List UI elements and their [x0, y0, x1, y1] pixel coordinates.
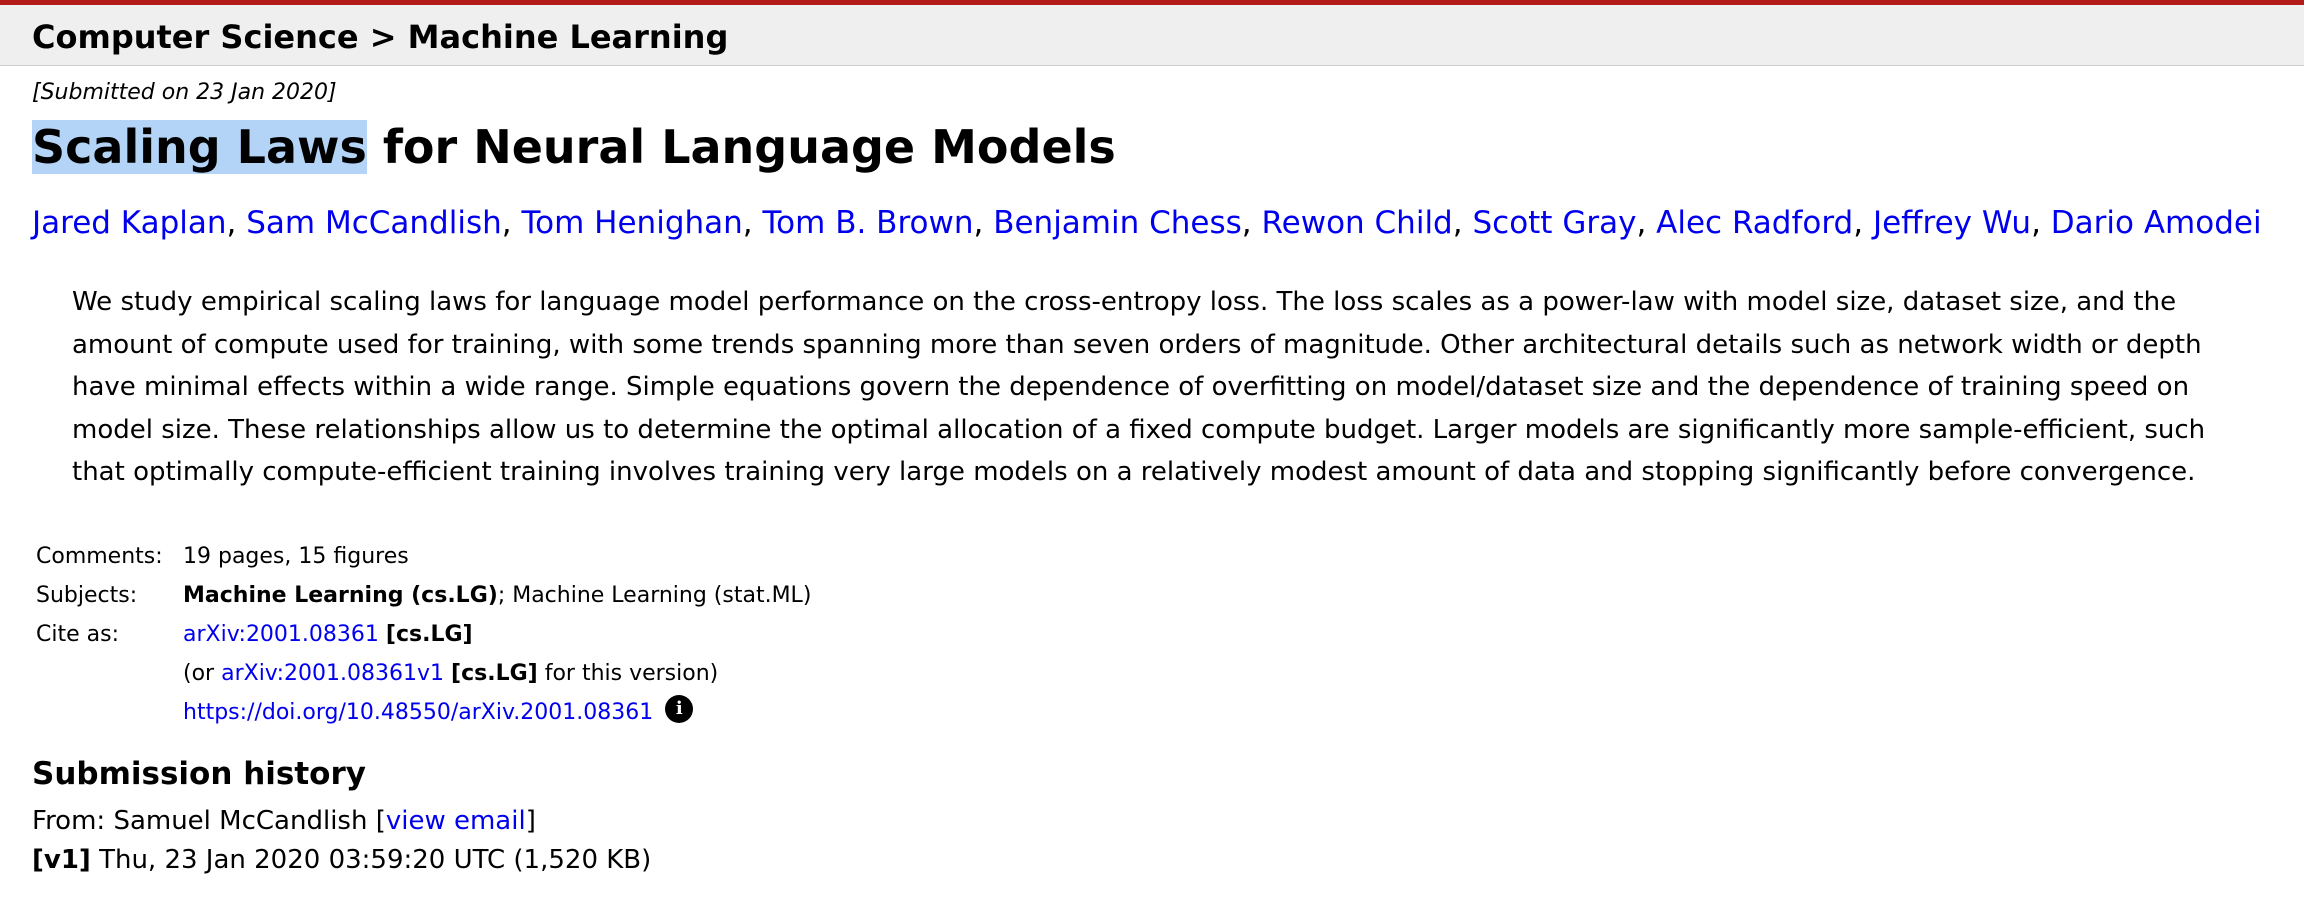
author-link[interactable]: Benjamin Chess — [993, 205, 1242, 241]
author-separator: , — [1853, 205, 1873, 241]
author-separator: , — [501, 205, 522, 241]
subjects-value: Machine Learning (cs.LG); Machine Learni… — [183, 583, 811, 608]
comments-label: Comments: — [36, 544, 163, 569]
version-history-v1: [v1] Thu, 23 Jan 2020 03:59:20 UTC (1,52… — [32, 845, 651, 875]
abstract-line: amount of compute used for training, wit… — [72, 329, 2202, 360]
abstract: We study empirical scaling laws for lang… — [72, 281, 2272, 494]
info-icon[interactable]: i — [665, 694, 694, 723]
abstract-line: We study empirical scaling laws for lang… — [72, 287, 2177, 317]
author-separator: , — [2031, 205, 2051, 241]
author-link[interactable]: Dario Amodei — [2051, 205, 2262, 241]
title-rest: for Neural Language Models — [366, 120, 1116, 174]
view-email-link[interactable]: view email — [386, 806, 526, 836]
submitted-date: [Submitted on 23 Jan 2020] — [32, 80, 337, 105]
v1-details: Thu, 23 Jan 2020 03:59:20 UTC (1,520 KB) — [90, 845, 652, 875]
submission-history-heading: Submission history — [32, 756, 366, 792]
version-row: (or arXiv:2001.08361v1 [cs.LG] for this … — [36, 654, 811, 693]
version-category: [cs.LG] — [451, 661, 538, 686]
cite-label: Cite as: — [36, 622, 119, 647]
secondary-subject: ; Machine Learning (stat.ML) — [497, 583, 812, 608]
author-link[interactable]: Jared Kaplan — [32, 205, 227, 241]
author-separator: , — [1452, 205, 1473, 241]
author-link[interactable]: Rewon Child — [1262, 205, 1453, 241]
author-separator: , — [1636, 205, 1657, 241]
doi-row: https://doi.org/10.48550/arXiv.2001.0836… — [36, 693, 811, 732]
comments-value: 19 pages, 15 figures — [183, 544, 409, 569]
cite-value: arXiv:2001.08361 [cs.LG] — [183, 622, 473, 647]
author-link[interactable]: Sam McCandlish — [246, 205, 502, 241]
author-link[interactable]: Alec Radford — [1656, 205, 1853, 241]
cite-row: Cite as: arXiv:2001.08361 [cs.LG] — [36, 615, 811, 654]
abstract-line: that optimally compute-efficient trainin… — [72, 457, 2196, 487]
author-link[interactable]: Scott Gray — [1472, 205, 1636, 241]
abstract-line: model size. These relationships allow us… — [72, 414, 2206, 445]
comments-row: Comments: 19 pages, 15 figures — [36, 537, 811, 576]
top-bar: Computer Science > Machine Learning — [0, 0, 2304, 66]
primary-subject: Machine Learning (cs.LG) — [183, 583, 498, 608]
subjects-label: Subjects: — [36, 583, 138, 608]
arxiv-id-link[interactable]: arXiv:2001.08361 — [183, 622, 379, 647]
breadcrumb: Computer Science > Machine Learning — [32, 18, 729, 56]
subjects-row: Subjects: Machine Learning (cs.LG); Mach… — [36, 576, 811, 615]
author-separator: , — [973, 205, 994, 241]
author-link[interactable]: Tom Henighan — [521, 205, 742, 241]
submitter-line: From: Samuel McCandlish [view email] — [32, 806, 536, 836]
v1-label[interactable]: [v1] — [32, 845, 91, 875]
metadata-table: Comments: 19 pages, 15 figures Subjects:… — [36, 537, 811, 732]
author-link[interactable]: Jeffrey Wu — [1873, 205, 2031, 241]
author-separator: , — [742, 205, 763, 241]
doi-value: https://doi.org/10.48550/arXiv.2001.0836… — [183, 694, 694, 727]
version-value: (or arXiv:2001.08361v1 [cs.LG] for this … — [183, 661, 719, 686]
author-link[interactable]: Tom B. Brown — [763, 205, 974, 241]
author-separator: , — [1241, 205, 1262, 241]
arxiv-version-link[interactable]: arXiv:2001.08361v1 — [221, 661, 444, 686]
abstract-line: have minimal effects within a wide range… — [72, 372, 2190, 402]
paper-title: Scaling Laws for Neural Language Models — [32, 120, 1116, 174]
author-separator: , — [226, 205, 247, 241]
title-highlighted-text[interactable]: Scaling Laws — [32, 120, 367, 174]
cite-category: [cs.LG] — [385, 622, 473, 647]
doi-link[interactable]: https://doi.org/10.48550/arXiv.2001.0836… — [183, 700, 653, 725]
author-list: Jared Kaplan, Sam McCandlish, Tom Henigh… — [32, 205, 2262, 241]
